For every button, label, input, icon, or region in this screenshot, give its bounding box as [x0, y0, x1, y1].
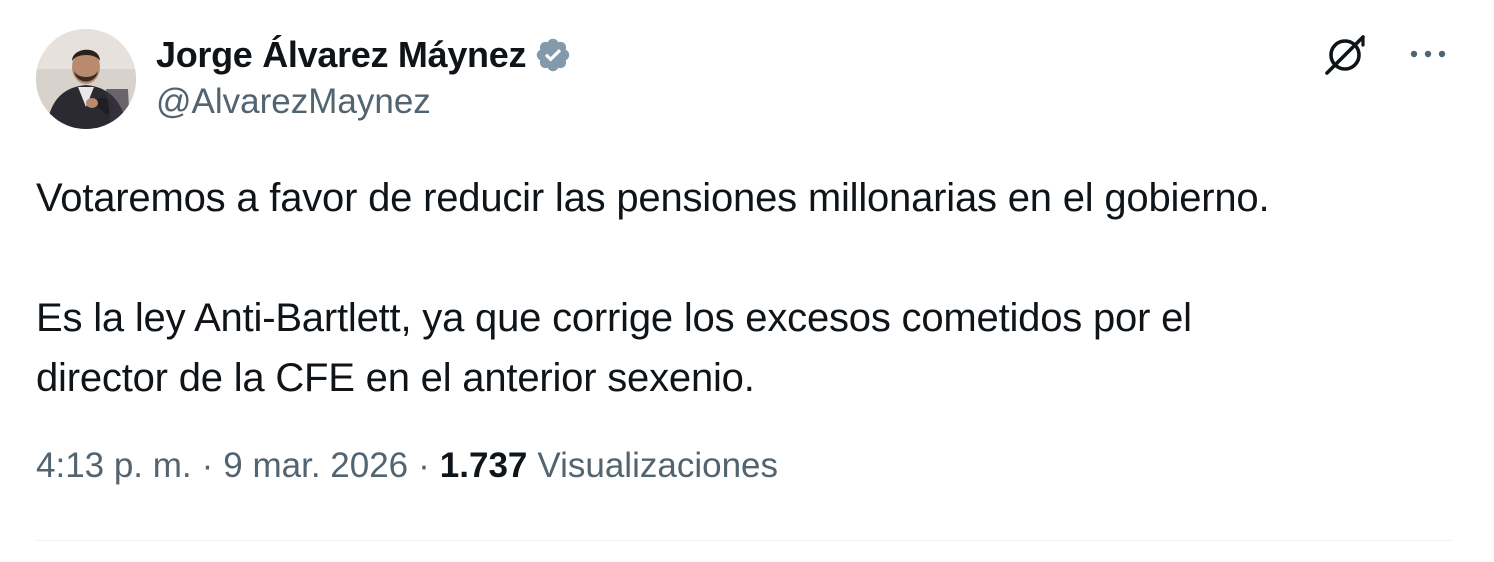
- author-name-row: Jorge Álvarez Máynez: [156, 30, 572, 80]
- author-display-name[interactable]: Jorge Álvarez Máynez: [156, 34, 526, 76]
- author-info: Jorge Álvarez Máynez @AlvarezMaynez: [156, 30, 572, 122]
- avatar-photo: [36, 29, 136, 129]
- meta-separator: ·: [201, 446, 214, 485]
- tweet-paragraph: Votaremos a favor de reducir las pension…: [36, 176, 1270, 220]
- author-handle[interactable]: @AlvarezMaynez: [156, 82, 572, 122]
- avatar[interactable]: [36, 29, 136, 129]
- divider: [36, 540, 1452, 541]
- tweet-line: Es la ley Anti-Bartlett, ya que corrige …: [36, 296, 1192, 340]
- views-label[interactable]: Visualizaciones: [537, 446, 778, 486]
- tweet-time[interactable]: 4:13 p. m.: [36, 446, 192, 486]
- tweet-date[interactable]: 9 mar. 2026: [223, 446, 408, 486]
- meta-separator: ·: [418, 446, 430, 485]
- tweet-text: Votaremos a favor de reducir las pension…: [36, 168, 1456, 408]
- verified-badge-icon[interactable]: [534, 36, 572, 74]
- tweet-top-actions: [1322, 30, 1452, 78]
- tweet-line: director de la CFE en el anterior sexeni…: [36, 356, 755, 400]
- views-count[interactable]: 1.737: [440, 446, 528, 486]
- tweet-meta: 4:13 p. m. · 9 mar. 2026 · 1.737 Visuali…: [36, 446, 778, 486]
- more-options-icon[interactable]: [1404, 30, 1452, 78]
- grok-icon[interactable]: [1322, 30, 1370, 78]
- tweet-paragraph: Es la ley Anti-Bartlett, ya que corrige …: [36, 288, 1456, 408]
- tweet-card: Jorge Álvarez Máynez @AlvarezMaynez Vota…: [0, 0, 1494, 562]
